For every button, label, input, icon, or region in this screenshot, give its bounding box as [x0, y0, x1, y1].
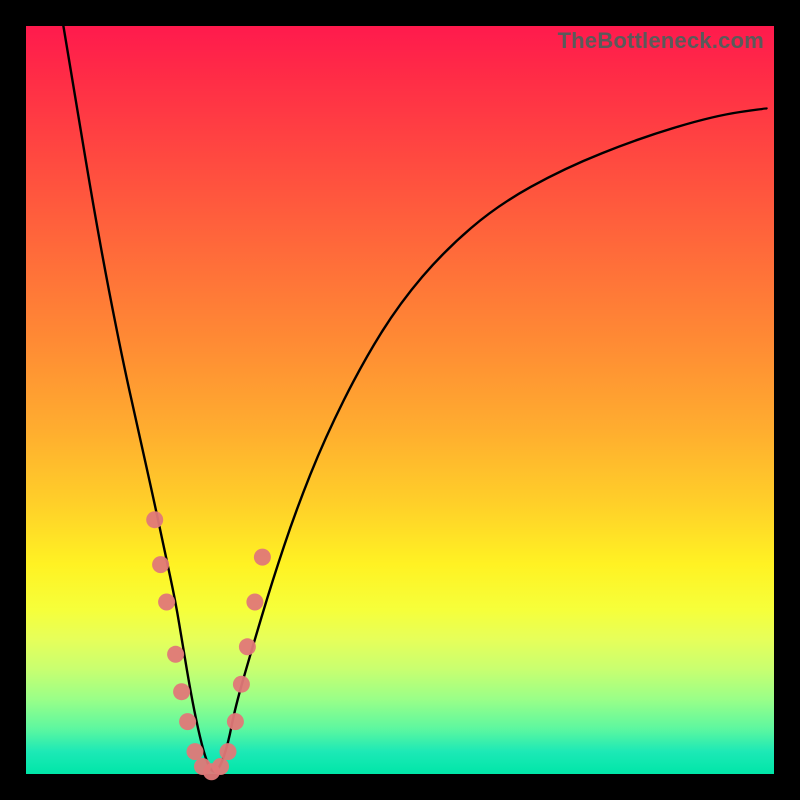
- curve-marker: [227, 713, 244, 730]
- chart-frame: TheBottleneck.com: [0, 0, 800, 800]
- curve-marker: [246, 594, 263, 611]
- curve-marker: [173, 683, 190, 700]
- curve-marker: [179, 713, 196, 730]
- curve-marker: [152, 556, 169, 573]
- curve-marker: [146, 511, 163, 528]
- bottleneck-curve: [63, 26, 766, 772]
- curve-marker: [220, 743, 237, 760]
- curve-marker: [239, 638, 256, 655]
- curve-marker: [167, 646, 184, 663]
- plot-area: TheBottleneck.com: [26, 26, 774, 774]
- curve-marker: [254, 549, 271, 566]
- curve-marker: [158, 594, 175, 611]
- curve-layer: [26, 26, 774, 774]
- curve-marker: [212, 758, 229, 775]
- curve-marker: [233, 676, 250, 693]
- curve-marker: [187, 743, 204, 760]
